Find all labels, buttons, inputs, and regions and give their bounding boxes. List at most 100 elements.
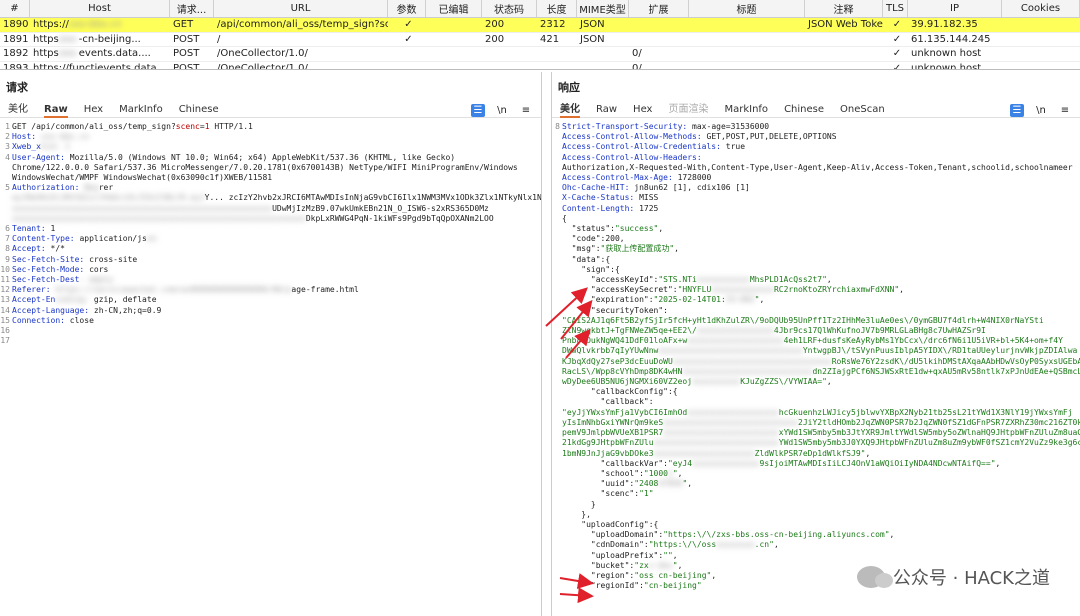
- tab-Hex[interactable]: Hex: [633, 102, 652, 118]
- code-token: 2JiY2tldHOmb2JqZWN0PSR7b2JqZWN0fSZ1dGFnP…: [798, 417, 1080, 427]
- code-line: "uploadPrefix":"",: [552, 551, 1080, 561]
- tab-Raw[interactable]: Raw: [596, 102, 617, 118]
- table-row[interactable]: 1893 https://functi events.data.... POST/On…: [0, 62, 1080, 70]
- line-number: [552, 193, 562, 203]
- column-header[interactable]: 状态码: [482, 0, 537, 17]
- line-number: [552, 357, 562, 367]
- tab-美化[interactable]: 美化: [560, 102, 580, 118]
- code-token: Tenant:: [12, 224, 51, 234]
- tab-MarkInfo[interactable]: MarkInfo: [724, 102, 768, 118]
- cell-num: 1893: [3, 62, 29, 70]
- line-number: [552, 428, 562, 438]
- line-number: [552, 224, 562, 234]
- line-text: Accept-Encoding: gzip, deflate: [12, 295, 157, 305]
- line-number: [0, 214, 12, 224]
- code-line: 1 GET /api/common/ali_oss/temp_sign?scenc…: [0, 122, 541, 132]
- code-token: "2025-02-14T01:: [653, 295, 726, 305]
- code-line: "msg":"获取上传配置成功",: [552, 244, 1080, 254]
- code-line: "sign":{: [552, 265, 1080, 275]
- code-token: */*: [50, 244, 65, 254]
- code-token: GET,POST,PUT,DELETE,OPTIONS: [706, 132, 837, 142]
- column-header[interactable]: #: [0, 0, 30, 17]
- redacted-text: hid: 1: [40, 142, 70, 152]
- line-text: "code":200,: [562, 234, 625, 244]
- code-line: 7 Content-Type: application/json: [0, 234, 541, 244]
- column-header[interactable]: 扩展: [629, 0, 689, 17]
- column-header[interactable]: 参数: [388, 0, 426, 17]
- host-redacted: zxs-: [58, 48, 79, 60]
- line-text: Xweb_xhid: 1: [12, 142, 70, 152]
- menu-icon[interactable]: ≡: [519, 104, 533, 117]
- column-header[interactable]: 请求...: [170, 0, 214, 17]
- code-line: 8 Strict-Transport-Security: max-age=3153…: [552, 122, 1080, 132]
- tab-页面渲染[interactable]: 页面渲染: [668, 102, 708, 118]
- line-text: Access-Control-Max-Age: 1728000: [562, 173, 711, 183]
- code-token: "uploadConfig":{: [562, 519, 659, 529]
- tab-Chinese[interactable]: Chinese: [784, 102, 824, 118]
- line-number: [552, 132, 562, 142]
- line-text: User-Agent: Mozilla/5.0 (Windows NT 10.0…: [12, 153, 455, 163]
- response-tabs: 美化 Raw Hex 页面渲染 MarkInfo Chinese OneScan ☰ \n …: [552, 102, 1080, 118]
- redacted-text: eyJ0eXAiOiJKV1QiLCJhbGciOiJIUzI1NiJ9.eyJ: [12, 193, 205, 203]
- tab-MarkInfo[interactable]: MarkInfo: [119, 102, 163, 118]
- table-row[interactable]: 1890 https://zxs-bbs.cn GET/api/common/ali…: [0, 18, 1080, 33]
- line-number: [552, 265, 562, 275]
- code-token: "accessKeyId":: [562, 275, 659, 285]
- column-header[interactable]: 长度: [537, 0, 577, 17]
- line-text: "accessKeySecret":"HNYFLUxxxxxxxxxxxxxRC…: [562, 285, 904, 295]
- code-token: 1728000: [677, 173, 712, 183]
- table-row[interactable]: 1892 https zxs-events.data.... POST/OneColl…: [0, 47, 1080, 62]
- code-token: Strict-Transport-Security:: [562, 122, 693, 131]
- table-row[interactable]: 1891 https zxs- -cn-beijing... POST / ✓ 200 421 J…: [0, 33, 1080, 47]
- menu-icon[interactable]: ≡: [1058, 104, 1072, 117]
- line-text: "callbackConfig":{: [562, 387, 678, 397]
- tab-美化[interactable]: 美化: [8, 102, 28, 118]
- tab-Raw[interactable]: Raw: [44, 102, 68, 118]
- code-token: DkpLxRWWG4PqN-1kiWFs9Pgd9bTqQpOXANm2LOO: [305, 213, 494, 223]
- column-header[interactable]: 标题: [689, 0, 805, 17]
- tab-Hex[interactable]: Hex: [84, 102, 103, 118]
- code-token: "1": [639, 489, 654, 499]
- wrap-icon[interactable]: ☰: [471, 103, 485, 117]
- column-header[interactable]: MIME类型: [577, 0, 629, 17]
- column-header[interactable]: TLS: [883, 0, 908, 17]
- line-text: 21kdGg9JHtpbWFnZUluxxxxxxxxxxxxxxxxxxxxx…: [562, 438, 1080, 448]
- code-token: "school":: [562, 468, 644, 478]
- column-header[interactable]: 已编辑: [426, 0, 482, 17]
- code-token: ,: [865, 448, 871, 458]
- code-token: X-Cache-Status:: [562, 193, 640, 203]
- newline-icon[interactable]: \n: [1034, 104, 1048, 117]
- code-token: "securityToken":: [562, 305, 668, 315]
- request-editor[interactable]: 1 GET /api/common/ali_oss/temp_sign?scenc…: [0, 118, 541, 346]
- code-token: jn8un62 [1], cdix106 [1]: [634, 183, 750, 193]
- line-text: "callbackVar":"eyJ4xxxxxxxxxxxxxx9sIjoiM…: [562, 459, 1001, 469]
- code-token: "cn-beijing": [643, 581, 702, 591]
- tab-OneScan[interactable]: OneScan: [840, 102, 885, 118]
- cell-tls: ✓: [892, 48, 902, 60]
- code-token: HTTP/1.1: [209, 122, 253, 131]
- response-editor[interactable]: 8 Strict-Transport-Security: max-age=3153…: [552, 118, 1080, 591]
- column-header[interactable]: Cookies: [1002, 0, 1080, 17]
- cell-note: [805, 62, 883, 70]
- code-token: Sec-Fetch-Dest: [12, 275, 80, 285]
- column-header[interactable]: Host: [30, 0, 170, 17]
- column-header[interactable]: URL: [214, 0, 388, 17]
- cell-mime: [577, 62, 629, 70]
- line-text: 1bmN9JnJjaG9vbDOke3xxxxxxxxxxxxxxxxxxxxx…: [562, 449, 870, 459]
- column-header[interactable]: IP: [908, 0, 1002, 17]
- line-number: [552, 377, 562, 387]
- code-token: Access-Control-Allow-Headers:: [562, 152, 702, 162]
- newline-icon[interactable]: \n: [495, 104, 509, 117]
- code-token: WindowsWechat/WMPF WindowsWechat(0x63090…: [12, 173, 273, 183]
- tab-Chinese[interactable]: Chinese: [179, 102, 219, 118]
- cell-length: [537, 47, 577, 61]
- code-line: 10 Sec-Fetch-Mode: cors: [0, 265, 541, 275]
- cell-title: [689, 33, 805, 47]
- wrap-icon[interactable]: ☰: [1010, 103, 1024, 117]
- code-line: "callbackVar":"eyJ4xxxxxxxxxxxxxx9sIjoiM…: [552, 459, 1080, 469]
- redacted-text: Bea: [84, 183, 99, 193]
- column-header[interactable]: 注释: [805, 0, 883, 17]
- line-text: "uploadPrefix":"",: [562, 551, 678, 561]
- code-token: cn-beijing": [658, 570, 712, 580]
- redacted-text: xxxxxxxxxxxxxxxxxxxxxxxxxxxxxxxxxxxxxxxx…: [12, 203, 273, 213]
